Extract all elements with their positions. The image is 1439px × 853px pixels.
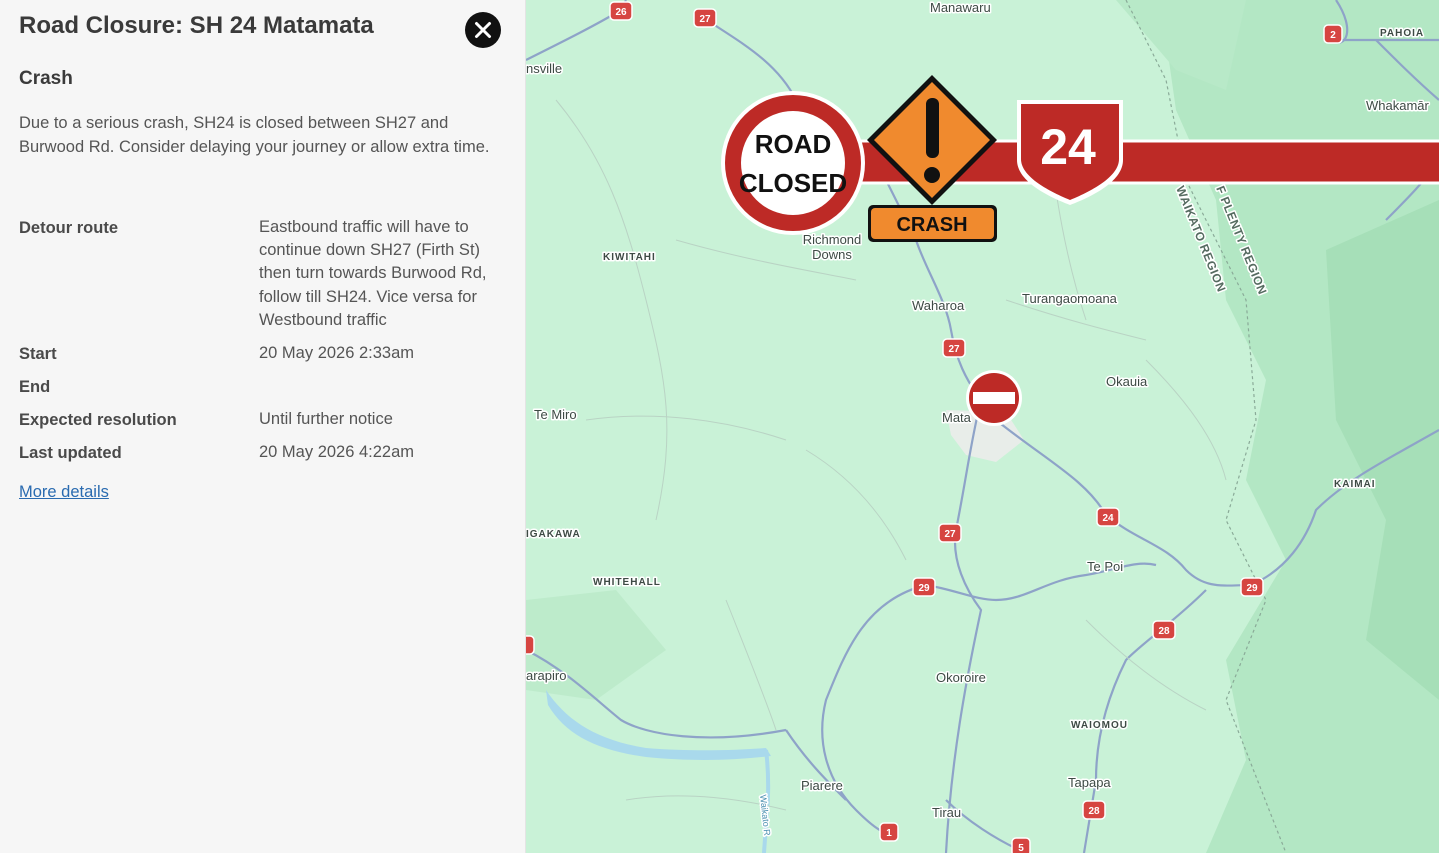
- route-marker-27: 27: [942, 338, 966, 358]
- route-marker-edge: [526, 635, 535, 655]
- place-label: Manawaru: [930, 0, 991, 15]
- no-entry-icon[interactable]: [966, 370, 1022, 426]
- close-icon: [475, 22, 491, 38]
- svg-text:27: 27: [948, 344, 960, 355]
- route-marker-1: 1: [879, 822, 899, 842]
- expected-resolution-label: Expected resolution: [19, 411, 177, 429]
- place-label: Okoroire: [936, 670, 986, 685]
- route-marker-29: 29: [1240, 577, 1264, 597]
- svg-text:28: 28: [1088, 806, 1100, 817]
- road-closed-sign-line2: CLOSED: [739, 168, 847, 198]
- expected-resolution-value: Until further notice: [259, 410, 393, 428]
- svg-text:27: 27: [699, 14, 711, 25]
- place-label: Downs: [812, 247, 852, 262]
- start-label: Start: [19, 345, 57, 363]
- place-label: nsville: [526, 61, 562, 76]
- place-label: Whakamār: [1366, 98, 1430, 113]
- place-label: KAIMAI: [1334, 479, 1376, 490]
- place-label: Piarere: [801, 778, 843, 793]
- start-value: 20 May 2026 2:33am: [259, 344, 415, 362]
- close-button[interactable]: [465, 12, 501, 48]
- place-label: Turangaomoana: [1022, 291, 1118, 306]
- road-closed-sign-line1: ROAD: [755, 129, 832, 159]
- place-label: PAHOIA: [1380, 28, 1424, 39]
- svg-text:29: 29: [918, 583, 930, 594]
- incident-category: Crash: [19, 68, 73, 89]
- svg-text:27: 27: [944, 529, 956, 540]
- end-label: End: [19, 378, 51, 396]
- svg-text:29: 29: [1246, 583, 1258, 594]
- place-label: Te Poi: [1087, 559, 1123, 574]
- place-label: KIWITAHI: [603, 252, 656, 263]
- place-label: Waharoa: [912, 298, 965, 313]
- map[interactable]: ROAD CLOSED CRASH 24 26 27 2 27 24 27 29…: [526, 0, 1439, 853]
- route-marker-5: 5: [1011, 837, 1031, 853]
- last-updated-label: Last updated: [19, 444, 122, 462]
- incident-description: Due to a serious crash, SH24 is closed b…: [19, 114, 490, 156]
- route-marker-27: 27: [693, 8, 717, 28]
- svg-text:2: 2: [1330, 30, 1336, 41]
- incident-panel: Road Closure: SH 24 Matamata Crash Due t…: [0, 0, 526, 853]
- route-marker-24: 24: [1096, 507, 1120, 527]
- svg-text:24: 24: [1102, 513, 1114, 524]
- place-label: Richmond: [803, 232, 862, 247]
- svg-text:26: 26: [615, 7, 627, 18]
- svg-text:28: 28: [1158, 626, 1170, 637]
- place-label: arapiro: [526, 668, 566, 683]
- route-marker-27: 27: [938, 523, 962, 543]
- road-closed-sign[interactable]: ROAD CLOSED: [721, 91, 865, 235]
- place-label: Mata: [942, 410, 972, 425]
- route-marker-2: 2: [1323, 24, 1343, 44]
- route-marker-28: 28: [1152, 620, 1176, 640]
- place-label: Te Miro: [534, 407, 577, 422]
- place-label: Okauia: [1106, 374, 1148, 389]
- place-label: Tapapa: [1068, 775, 1111, 790]
- place-label: WAIOMOU: [1071, 720, 1128, 731]
- last-updated-value: 20 May 2026 4:22am: [259, 443, 415, 461]
- place-label: IGAKAWA: [526, 529, 581, 540]
- incident-title: Road Closure: SH 24 Matamata: [19, 12, 374, 39]
- sh24-shield-number: 24: [1040, 119, 1096, 175]
- exclamation-icon: [926, 98, 939, 158]
- svg-text:5: 5: [1018, 843, 1024, 853]
- svg-text:1: 1: [886, 828, 892, 839]
- detour-route-value: Eastbound traffic will have to continue …: [259, 218, 487, 329]
- route-marker-26: 26: [609, 1, 633, 21]
- place-label: WHITEHALL: [593, 577, 661, 588]
- route-marker-29: 29: [912, 577, 936, 597]
- route-marker-28: 28: [1082, 800, 1106, 820]
- detour-route-label: Detour route: [19, 219, 118, 237]
- more-details-link[interactable]: More details: [19, 483, 109, 502]
- map-canvas[interactable]: ROAD CLOSED CRASH 24 26 27 2 27 24 27 29…: [526, 0, 1439, 853]
- place-label: Tirau: [932, 805, 961, 820]
- crash-sign-label: CRASH: [896, 214, 967, 236]
